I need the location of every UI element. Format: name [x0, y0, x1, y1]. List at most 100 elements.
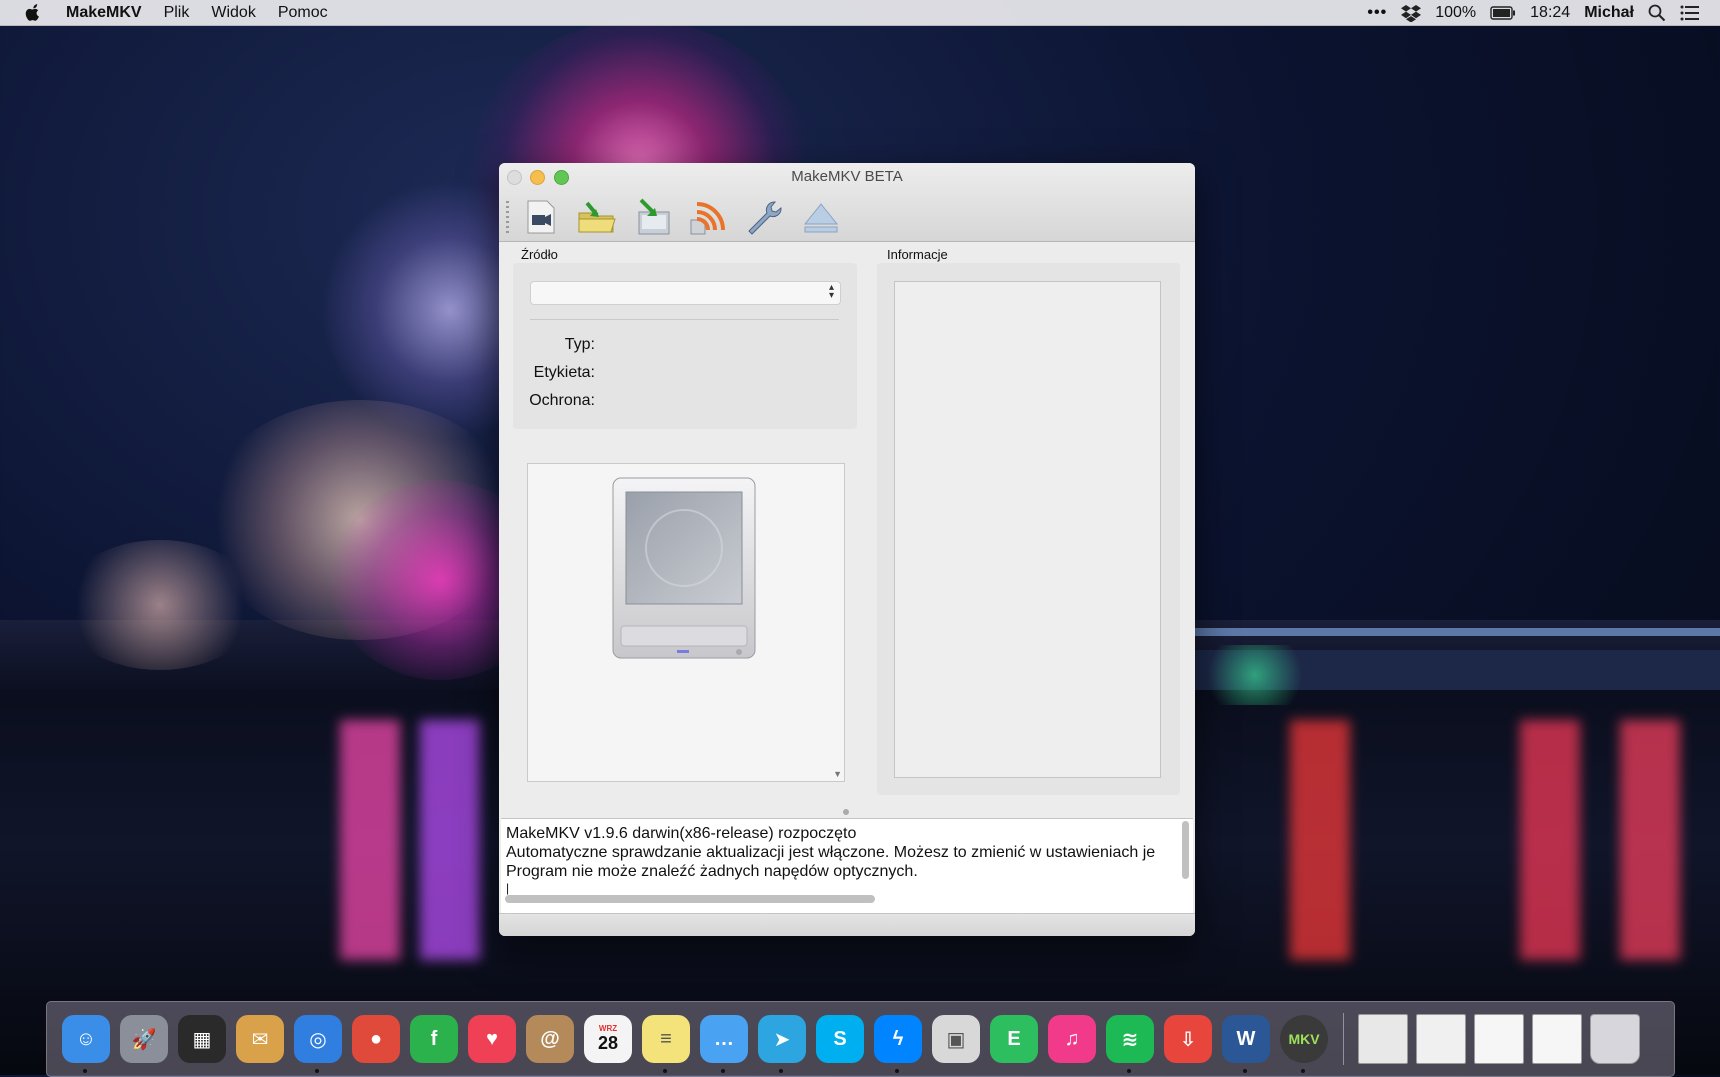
- dock-skype[interactable]: S: [811, 1011, 869, 1067]
- menu-plik[interactable]: Plik: [164, 4, 190, 22]
- dock-trash[interactable]: [1586, 1011, 1644, 1067]
- itunes-icon: ♫: [1048, 1015, 1096, 1063]
- documents-stack-icon: [1474, 1014, 1524, 1064]
- dock: ☺ 🚀 ▦ ✉ ◎ ● f ♥ @ WRZ 28 ≡… ➤ Sϟ ▣ E ♫ ≋ ⇩ W MKV: [46, 1001, 1675, 1077]
- dock-chrome[interactable]: ●: [347, 1011, 405, 1067]
- backup-button[interactable]: [633, 197, 673, 237]
- mail-icon: ✉: [236, 1015, 284, 1063]
- calendar-day: 28: [597, 1033, 619, 1053]
- dock-documents-stack[interactable]: [1470, 1011, 1528, 1067]
- preferences-button[interactable]: [745, 197, 785, 237]
- dock-contacts[interactable]: @: [521, 1011, 579, 1067]
- preferences-icon: [748, 201, 782, 235]
- dock-separator: [1343, 1013, 1344, 1065]
- minimized-window-1-icon: [1358, 1014, 1408, 1064]
- dropbox-icon[interactable]: [1401, 4, 1422, 22]
- field-label-label: Etykieta:: [533, 364, 595, 381]
- split-view-handle[interactable]: [843, 809, 849, 815]
- calendar-icon: WRZ 28: [584, 1015, 632, 1063]
- dock-downloads-stack[interactable]: [1528, 1011, 1586, 1067]
- preview-icon: ▣: [932, 1015, 980, 1063]
- menu-app-name[interactable]: MakeMKV: [66, 4, 142, 22]
- dock-pocket[interactable]: ♥: [463, 1011, 521, 1067]
- running-indicator: [1127, 1069, 1131, 1073]
- downloads-stack-icon: [1532, 1014, 1582, 1064]
- log-vertical-scrollbar[interactable]: [1182, 821, 1189, 879]
- transmit-icon: ⇩: [1164, 1015, 1212, 1063]
- trash-icon: [1590, 1014, 1640, 1064]
- menu-pomoc[interactable]: Pomoc: [278, 4, 328, 22]
- dock-feedly[interactable]: f: [405, 1011, 463, 1067]
- notification-center-icon[interactable]: [1680, 5, 1700, 21]
- dock-makemkv[interactable]: MKV: [1275, 1011, 1333, 1073]
- mission-control-icon: ▦: [178, 1015, 226, 1063]
- dock-minimized-window-2[interactable]: [1412, 1011, 1470, 1067]
- dock-calendar[interactable]: WRZ 28: [579, 1011, 637, 1067]
- dock-spotify[interactable]: ≋: [1101, 1011, 1159, 1073]
- log-line: |: [506, 881, 510, 895]
- dock-mail[interactable]: ✉: [231, 1011, 289, 1067]
- info-text-area[interactable]: [894, 281, 1161, 778]
- word-icon: W: [1222, 1015, 1270, 1063]
- spotlight-icon[interactable]: [1648, 4, 1666, 22]
- optical-drive-icon: [612, 477, 756, 659]
- dock-finder[interactable]: ☺: [57, 1011, 115, 1073]
- open-files-icon: [578, 201, 616, 233]
- log-horizontal-scrollbar[interactable]: [505, 895, 875, 903]
- running-indicator: [779, 1069, 783, 1073]
- info-heading: Informacje: [887, 247, 948, 262]
- stream-button[interactable]: [689, 197, 729, 237]
- calendar-month: WRZ: [598, 1024, 618, 1033]
- launchpad-icon: 🚀: [120, 1015, 168, 1063]
- dock-launchpad[interactable]: 🚀: [115, 1011, 173, 1067]
- building-light: [1195, 645, 1315, 705]
- chrome-icon: ●: [352, 1015, 400, 1063]
- panel-resize-arrow-icon: ▼: [833, 769, 842, 779]
- reflection: [1290, 720, 1350, 960]
- dock-apps: ☺ 🚀 ▦ ✉ ◎ ● f ♥ @ WRZ 28 ≡… ➤ Sϟ ▣ E ♫ ≋ ⇩ W MKV: [57, 1011, 1644, 1073]
- source-panel: ▴ ▾ Typ: Etykieta: Ochrona:: [513, 263, 857, 429]
- menu-widok[interactable]: Widok: [211, 4, 255, 22]
- open-disc-icon: [527, 200, 555, 234]
- finder-icon: ☺: [62, 1015, 110, 1063]
- evernote-icon: E: [990, 1015, 1038, 1063]
- open-files-button[interactable]: [577, 197, 617, 237]
- running-indicator: [315, 1069, 319, 1073]
- clock[interactable]: 18:24: [1530, 4, 1570, 22]
- user-name[interactable]: Michał: [1584, 4, 1634, 22]
- dock-evernote[interactable]: E: [985, 1011, 1043, 1067]
- battery-icon[interactable]: [1490, 5, 1516, 20]
- dock-telegram[interactable]: ➤: [753, 1011, 811, 1073]
- battery-percent: 100%: [1435, 3, 1477, 21]
- skype-icon: S: [816, 1015, 864, 1063]
- messages-icon: …: [700, 1015, 748, 1063]
- dock-itunes[interactable]: ♫: [1043, 1011, 1101, 1067]
- more-icon[interactable]: •••: [1367, 4, 1387, 22]
- dock-mission-control[interactable]: ▦: [173, 1011, 231, 1067]
- source-select[interactable]: ▴ ▾: [530, 281, 841, 305]
- firework: [200, 400, 520, 640]
- dock-messenger[interactable]: ϟ: [869, 1011, 927, 1073]
- separator: [530, 319, 839, 320]
- bridge-lights: [1195, 628, 1720, 636]
- status-bar: [499, 913, 1195, 936]
- apple-icon[interactable]: [24, 3, 42, 22]
- notes-icon: ≡: [642, 1015, 690, 1063]
- dock-notes[interactable]: ≡: [637, 1011, 695, 1073]
- dock-preview[interactable]: ▣: [927, 1011, 985, 1067]
- stream-icon: [690, 202, 725, 235]
- log-line: Program nie może znaleźć żadnych napędów…: [506, 863, 918, 880]
- dock-word[interactable]: W: [1217, 1011, 1275, 1073]
- window-title: MakeMKV BETA: [791, 168, 903, 185]
- running-indicator: [721, 1069, 725, 1073]
- dock-transmit[interactable]: ⇩: [1159, 1011, 1217, 1067]
- eject-button[interactable]: [801, 197, 841, 237]
- dock-safari[interactable]: ◎: [289, 1011, 347, 1073]
- open-disc-button[interactable]: [521, 197, 561, 237]
- log-area[interactable]: MakeMKV v1.9.6 darwin(x86-release) rozpo…: [501, 818, 1193, 914]
- dock-messages[interactable]: …: [695, 1011, 753, 1073]
- title-bar[interactable]: MakeMKV BETA: [499, 163, 1195, 242]
- messenger-icon: ϟ: [874, 1015, 922, 1063]
- dock-minimized-window-1[interactable]: [1354, 1011, 1412, 1067]
- running-indicator: [83, 1069, 87, 1073]
